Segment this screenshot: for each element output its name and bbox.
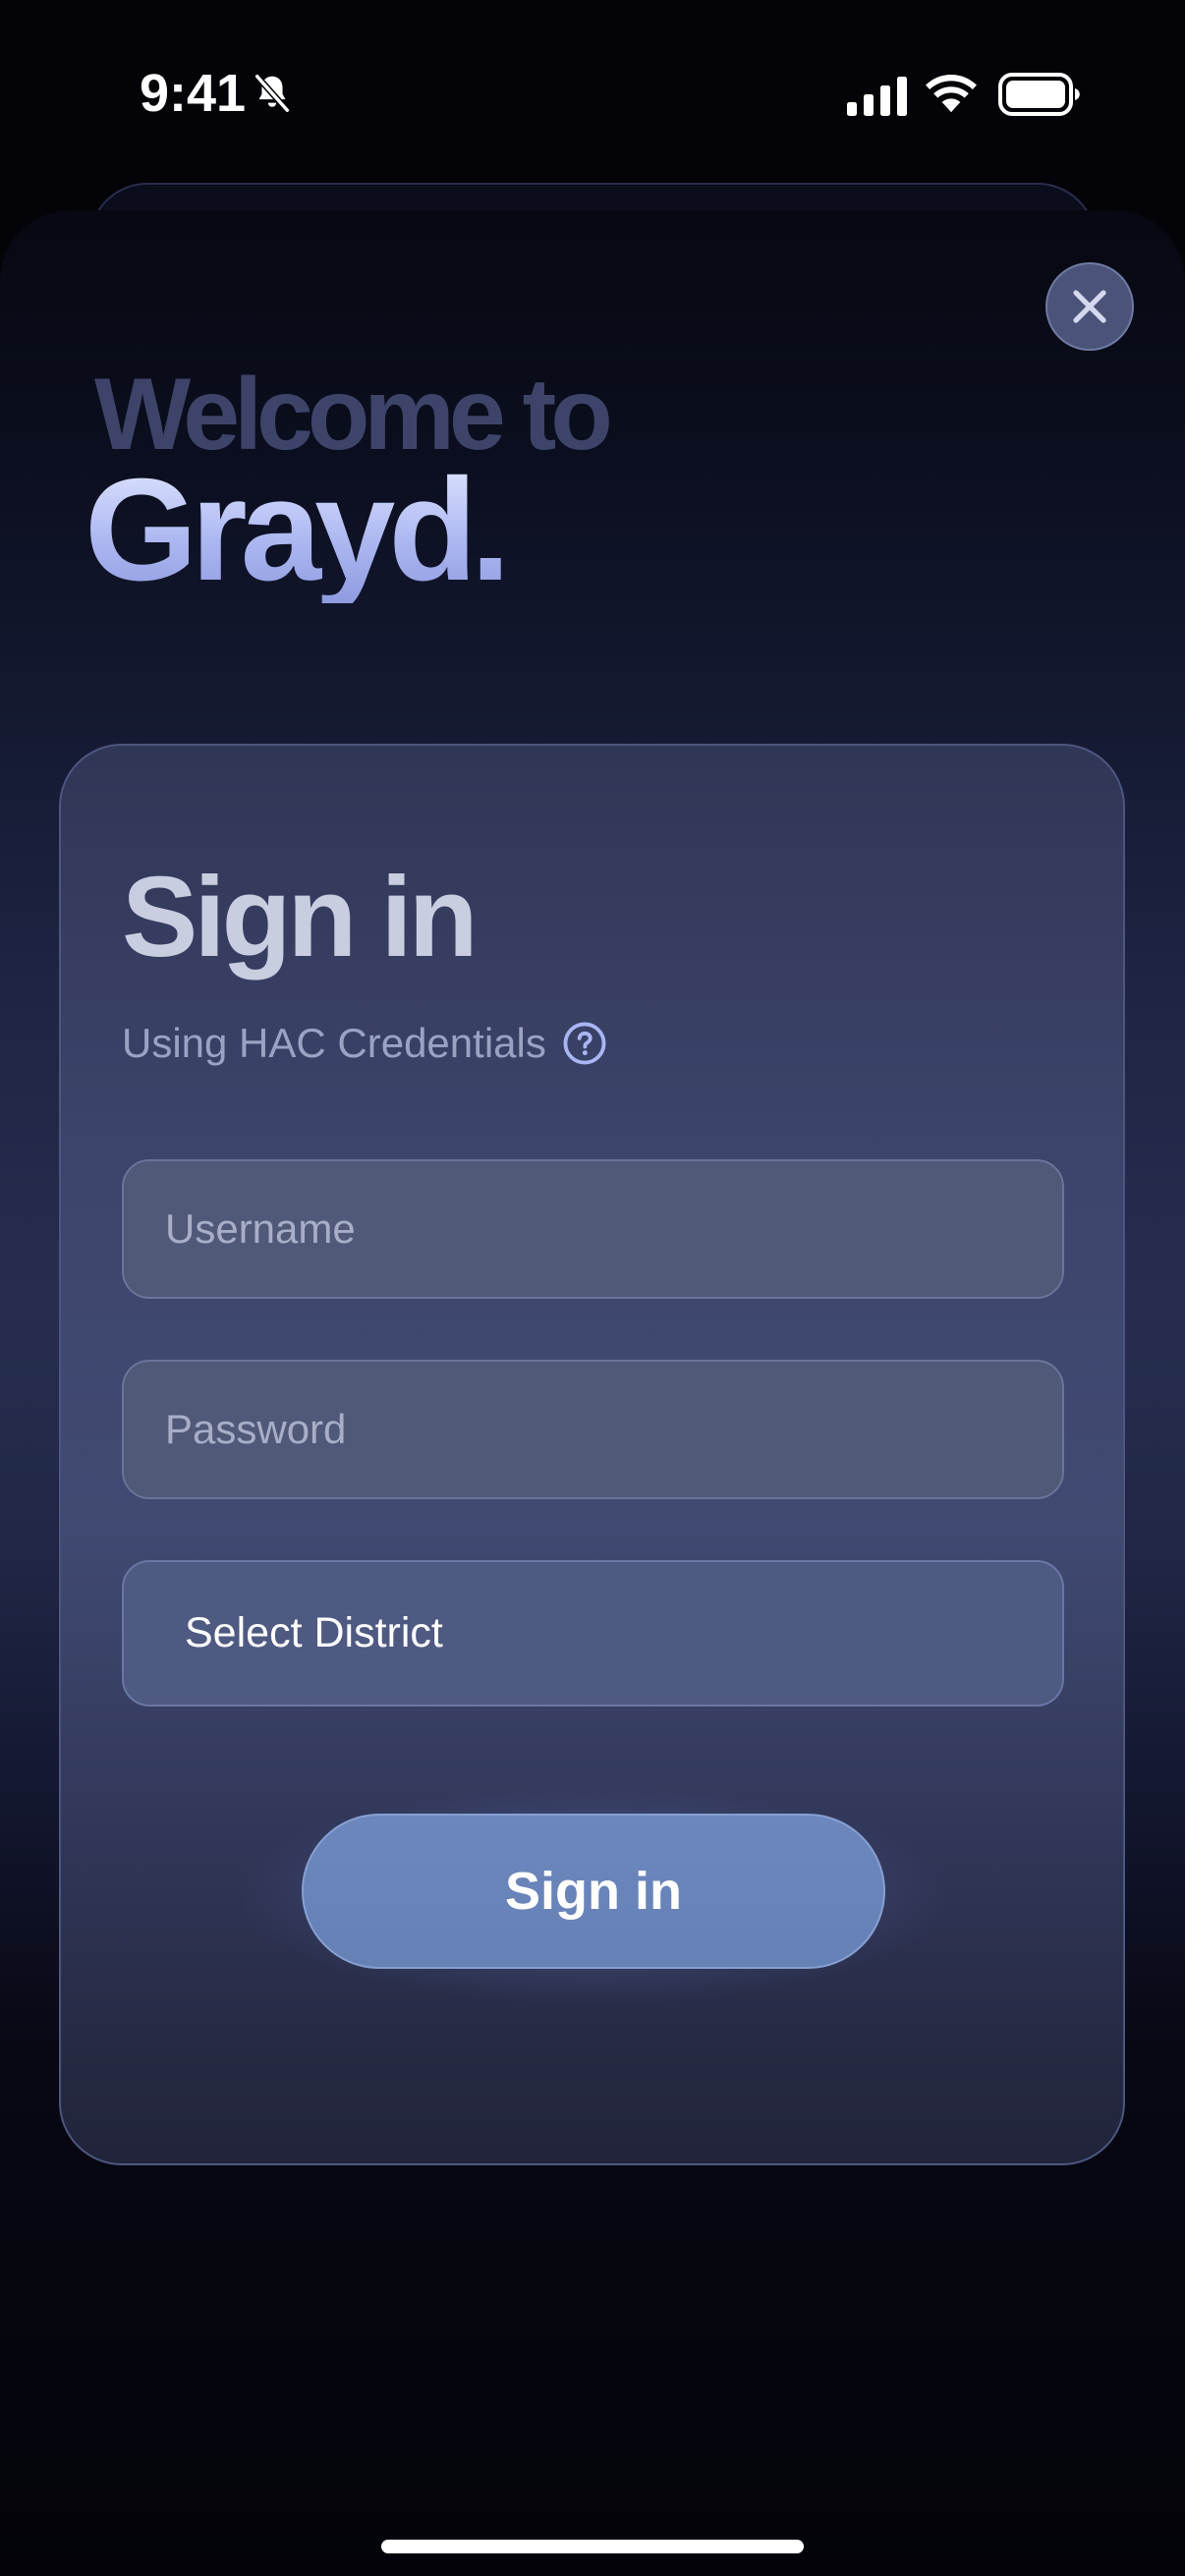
password-field[interactable] [122, 1360, 1064, 1499]
close-icon [1073, 290, 1106, 323]
district-select[interactable]: Select District [122, 1560, 1064, 1707]
username-input[interactable] [124, 1161, 1062, 1297]
username-field[interactable] [122, 1159, 1064, 1299]
wifi-icon [926, 75, 977, 113]
home-indicator [381, 2540, 804, 2553]
district-select-label: Select District [185, 1609, 443, 1656]
signin-button-label: Sign in [505, 1862, 682, 1921]
screen: 9:41 Welcome to Grayd. Sign in Using HAC… [0, 0, 1185, 2576]
credentials-subtitle: Using HAC Credentials [122, 1020, 546, 1066]
status-time: 9:41 [140, 64, 247, 123]
bell-slash-icon [254, 74, 290, 113]
credentials-hint: Using HAC Credentials [122, 1019, 607, 1068]
close-button[interactable] [1045, 262, 1134, 351]
battery-icon [998, 73, 1080, 116]
brand-title: Grayd. [85, 449, 511, 611]
signin-title: Sign in [122, 853, 479, 980]
cellular-signal-icon [847, 77, 907, 116]
question-circle-icon[interactable] [562, 1021, 607, 1066]
password-input[interactable] [124, 1362, 1062, 1497]
signin-card: Sign in Using HAC Credentials Select Dis… [59, 744, 1125, 2165]
status-bar: 9:41 [0, 0, 1185, 187]
signin-button[interactable]: Sign in [302, 1814, 885, 1969]
